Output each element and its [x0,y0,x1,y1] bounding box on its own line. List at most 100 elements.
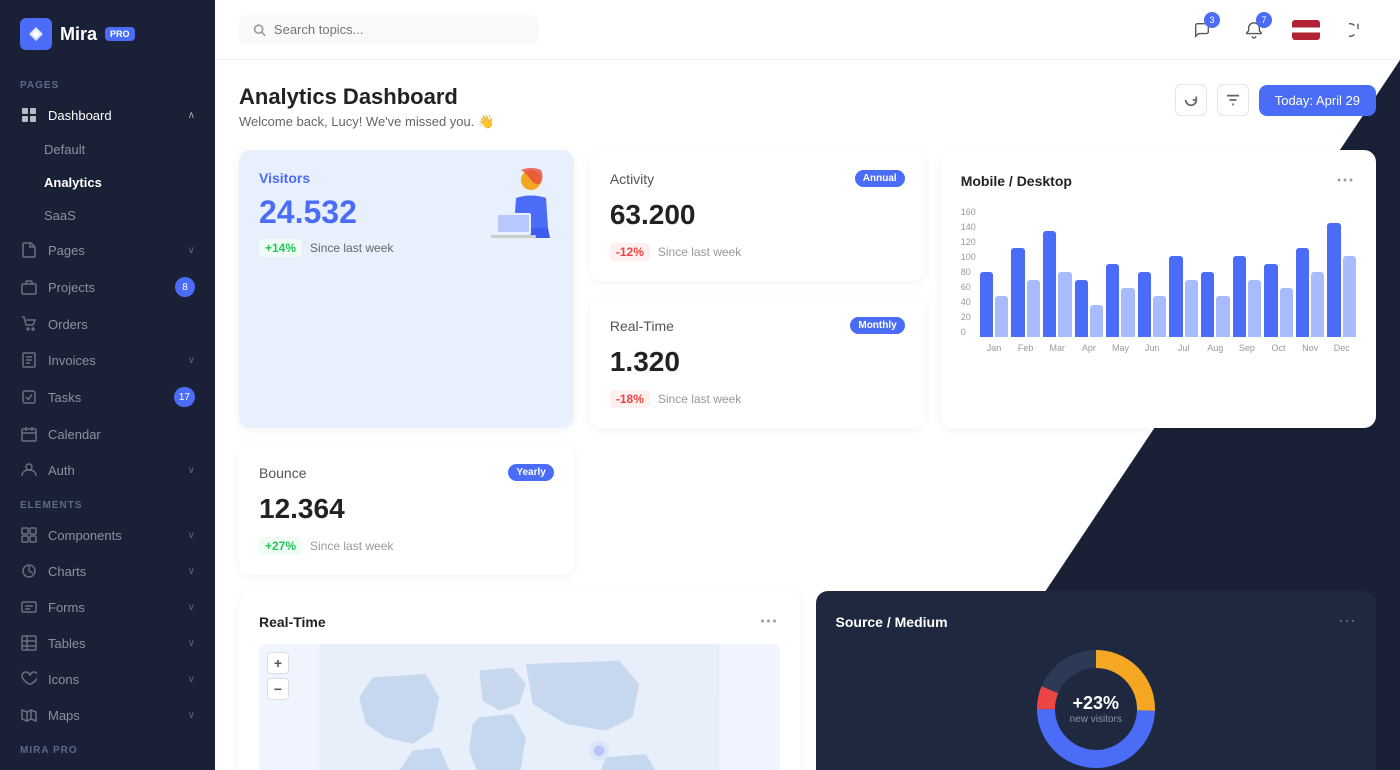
realtime-badge: Monthly [850,317,904,334]
bar-mobile-3 [1075,280,1088,337]
invoices-chevron: ∨ [188,355,195,366]
calendar-icon [20,425,38,443]
month-nov: Nov [1296,343,1325,353]
power-button[interactable] [1340,12,1376,48]
map-title: Real-Time [259,614,326,630]
sidebar-item-default[interactable]: Default [0,133,215,166]
notifications-button[interactable]: 3 [1184,12,1220,48]
visitors-card: Visitors 24.532 +14% Since last week [239,150,574,428]
charts-icon [20,562,38,580]
refresh-button[interactable] [1175,84,1207,116]
components-chevron: ∨ [188,530,195,541]
sidebar-item-icons[interactable]: Icons ∨ [0,661,215,697]
y-label-60: 60 [961,282,976,292]
bar-mobile-11 [1327,223,1340,337]
page-title: Analytics Dashboard [239,84,494,110]
bar-desktop-11 [1343,256,1356,337]
search-input[interactable] [274,22,525,37]
maps-chevron: ∨ [188,710,195,721]
calendar-label: Calendar [48,427,195,442]
sidebar-item-calendar[interactable]: Calendar [0,416,215,452]
projects-label: Projects [48,280,165,295]
realtime-header: Real-Time Monthly [610,317,905,334]
month-sep: Sep [1233,343,1262,353]
month-jan: Jan [980,343,1009,353]
projects-badge: 8 [175,277,195,297]
chevron-icon: ∧ [188,110,195,121]
sidebar-item-projects[interactable]: Projects 8 [0,268,215,306]
activity-footer: -12% Since last week [610,243,905,261]
forms-icon [20,598,38,616]
realtime-period: Since last week [658,392,741,406]
bar-mobile-0 [980,272,993,337]
chat-badge: 3 [1204,12,1220,28]
auth-chevron: ∨ [188,465,195,476]
sidebar-item-forms[interactable]: Forms ∨ [0,589,215,625]
y-label-0: 0 [961,327,976,337]
sidebar-item-saas[interactable]: SaaS [0,199,215,232]
month-dec: Dec [1327,343,1356,353]
visitors-illustration [476,158,566,253]
sidebar-item-orders[interactable]: Orders [0,306,215,342]
bounce-period: Since last week [310,539,393,553]
sidebar-item-dashboard[interactable]: Dashboard ∧ [0,97,215,133]
activity-card: Activity Annual 63.200 -12% Since last w… [590,150,925,281]
bar-group-9 [1264,264,1293,337]
bar-group-0 [980,272,1009,337]
bar-group-10 [1296,248,1325,337]
flag-button[interactable] [1288,12,1324,48]
map-more-btn[interactable]: ⋯ [760,611,780,632]
month-feb: Feb [1011,343,1040,353]
map-icon [20,706,38,724]
map-zoom-in[interactable]: + [267,652,289,674]
sidebar-item-invoices[interactable]: Invoices ∨ [0,342,215,378]
bar-group-3 [1075,280,1104,337]
main-area: 3 7 [215,0,1400,770]
mobile-desktop-more[interactable]: ⋯ [1336,170,1356,191]
bounce-card: Bounce Yearly 12.364 +27% Since last wee… [239,444,574,575]
app-name: Mira [60,24,97,45]
check-icon [20,388,38,406]
map-zoom-out[interactable]: − [267,678,289,700]
sidebar-item-tables[interactable]: Tables ∨ [0,625,215,661]
month-apr: Apr [1075,343,1104,353]
realtime-footer: -18% Since last week [610,390,905,408]
sidebar-item-analytics[interactable]: Analytics [0,166,215,199]
user-icon [20,461,38,479]
filter-button[interactable] [1217,84,1249,116]
sidebar-item-charts[interactable]: Charts ∨ [0,553,215,589]
invoice-icon [20,351,38,369]
file-icon [20,241,38,259]
heart-icon [20,670,38,688]
y-label-80: 80 [961,267,976,277]
sidebar-item-pages[interactable]: Pages ∨ [0,232,215,268]
date-button[interactable]: Today: April 29 [1259,85,1376,116]
mobile-desktop-header: Mobile / Desktop ⋯ [961,170,1356,191]
components-icon [20,526,38,544]
y-label-120: 120 [961,237,976,247]
bell-button[interactable]: 7 [1236,12,1272,48]
bar-desktop-1 [1027,280,1040,337]
bar-desktop-9 [1280,288,1293,337]
sidebar-item-maps[interactable]: Maps ∨ [0,697,215,733]
source-medium-card: Source / Medium ⋯ [816,591,1377,770]
bar-desktop-5 [1153,296,1166,337]
sidebar-item-auth[interactable]: Auth ∨ [0,452,215,488]
search-box[interactable] [239,15,539,44]
donut-center: +23% new visitors [1070,693,1122,725]
source-more-btn[interactable]: ⋯ [1338,611,1356,632]
bar-mobile-8 [1233,256,1246,337]
mobile-desktop-title: Mobile / Desktop [961,173,1072,189]
tasks-label: Tasks [48,390,164,405]
bar-desktop-2 [1058,272,1071,337]
pages-section-label: PAGES [0,68,215,97]
bar-mobile-1 [1011,248,1024,337]
month-oct: Oct [1264,343,1293,353]
bar-desktop-7 [1216,296,1229,337]
sidebar-item-tasks[interactable]: Tasks 17 [0,378,215,416]
page-header-text: Analytics Dashboard Welcome back, Lucy! … [239,84,494,130]
realtime-map-card: Real-Time ⋯ + − [239,591,800,770]
sidebar-item-components[interactable]: Components ∨ [0,517,215,553]
sidebar-logo[interactable]: Mira PRO [0,0,215,68]
realtime-change: -18% [610,390,650,408]
